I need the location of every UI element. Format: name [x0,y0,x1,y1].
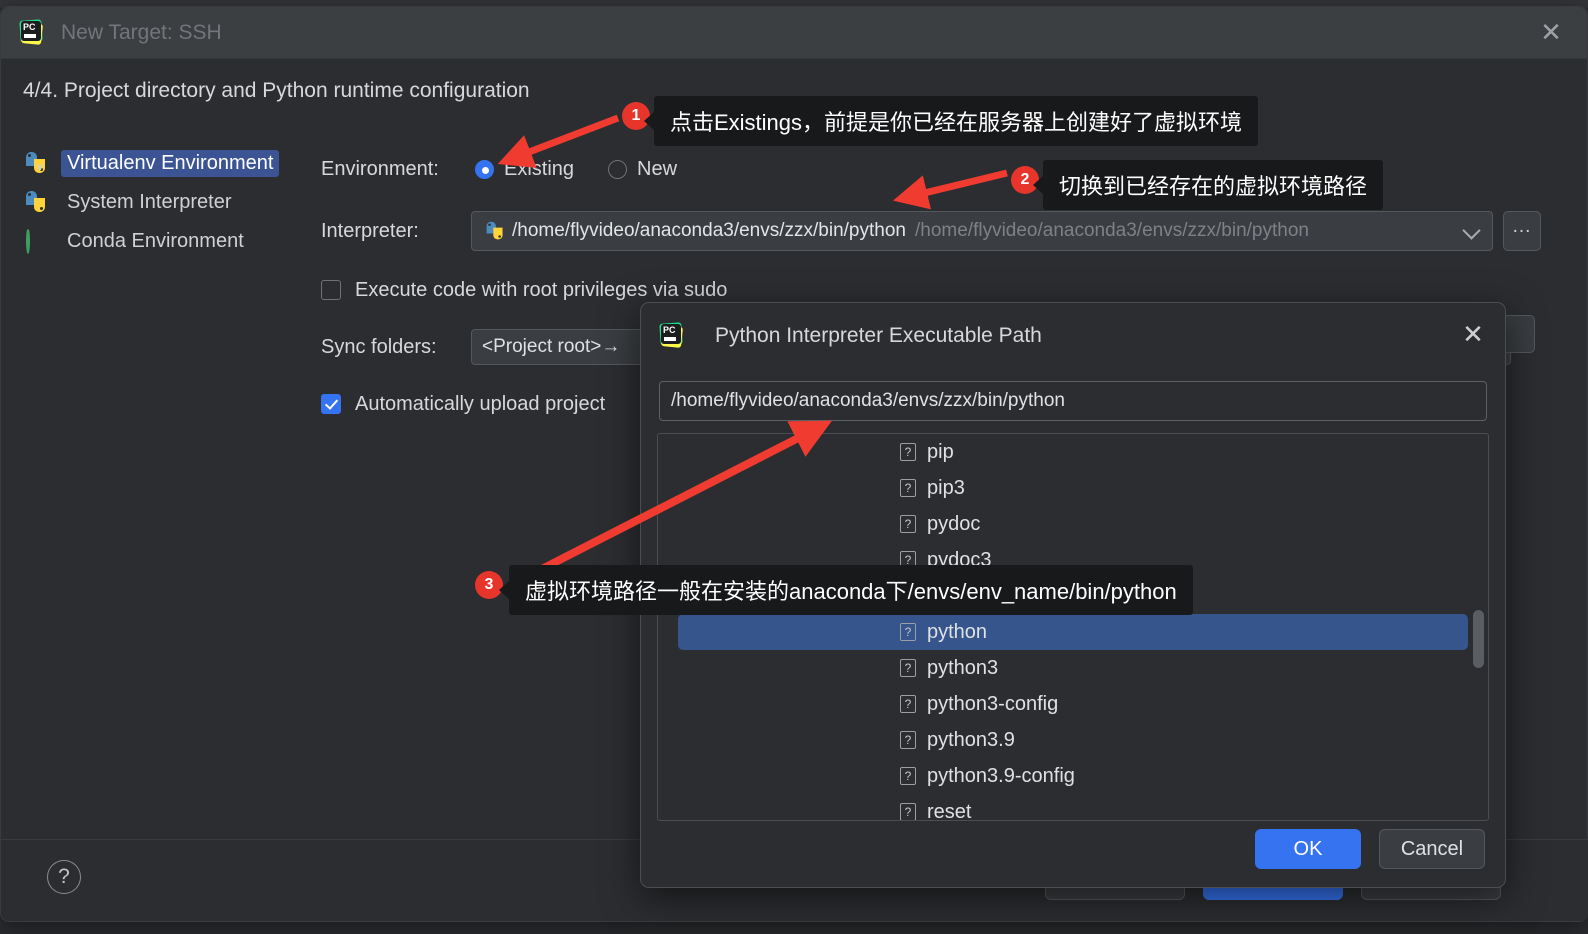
unknown-file-icon: ? [900,803,916,820]
unknown-file-icon: ? [900,695,916,713]
pycharm-icon: PC [19,18,45,46]
unknown-file-icon: ? [900,731,916,749]
list-item-label: python3-config [927,692,1059,715]
sudo-row[interactable]: Execute code with root privileges via su… [321,275,1571,305]
sidebar-item-system-interpreter[interactable]: System Interpreter [1,186,301,219]
list-item[interactable]: ? pip3 [658,470,1488,506]
conda-icon [25,227,51,254]
chevron-down-icon [1462,221,1481,240]
executable-list[interactable]: ? pip ? pip3 ? pydoc ? pydoc3 ? pydoc3.9… [657,433,1489,821]
environment-label: Environment: [321,157,439,180]
pycharm-icon: PC [659,322,685,349]
interpreter-row: Interpreter: /home/flyvideo/anaconda3/en… [321,209,1571,253]
unknown-file-icon: ? [900,443,916,461]
modal-cancel-button[interactable]: Cancel [1379,829,1485,869]
radio-dot-existing [475,159,494,179]
browse-interpreter-button[interactable]: ... [1503,211,1541,251]
list-item-label: pip [927,440,954,463]
radio-dot-new [608,159,628,179]
annotation-text-3: 虚拟环境路径一般在安装的anaconda下/envs/env_name/bin/… [499,565,1193,615]
sidebar-item-label: System Interpreter [67,191,232,213]
list-item[interactable]: ? python3.9 [658,722,1488,758]
list-item-label: python3 [927,656,999,679]
sudo-checkbox[interactable] [321,280,341,300]
dialog-title: New Target: SSH [61,20,222,44]
interpreter-value: /home/flyvideo/anaconda3/envs/zzx/bin/py… [512,220,906,241]
close-icon[interactable]: ✕ [1459,321,1487,349]
radio-new-label: New [637,157,678,180]
list-item-label: python3.9 [927,728,1015,751]
radio-new[interactable]: New [608,158,677,181]
modal-titlebar: PC Python Interpreter Executable Path ✕ [641,303,1505,369]
unknown-file-icon: ? [900,623,916,641]
radio-existing-label: Existing [504,157,575,180]
auto-upload-label: Automatically upload project [355,392,606,415]
list-item[interactable]: ? python3.9-config [658,758,1488,794]
path-input-value: /home/flyvideo/anaconda3/envs/zzx/bin/py… [671,390,1065,411]
annotation-text-2: 切换到已经存在的虚拟环境路径 [1032,160,1384,210]
modal-title: Python Interpreter Executable Path [715,324,1042,347]
interpreter-combobox[interactable]: /home/flyvideo/anaconda3/envs/zzx/bin/py… [471,211,1493,251]
path-input[interactable]: /home/flyvideo/anaconda3/envs/zzx/bin/py… [659,381,1487,421]
screen-root: PC New Target: SSH ✕ 4/4. Project direct… [0,0,1588,934]
list-item[interactable]: ? reset [658,794,1488,821]
sidebar-item-label: Virtualenv Environment [61,150,280,177]
python-venv-icon: v [25,151,51,176]
list-item-label: reset [927,800,972,821]
sidebar-item-virtualenv-environment[interactable]: v Virtualenv Environment [1,147,301,180]
list-item-label: pydoc [927,512,981,535]
modal-footer: OK Cancel [1255,829,1485,869]
unknown-file-icon: ? [900,515,916,533]
page-title: 4/4. Project directory and Python runtim… [23,79,530,102]
annotation-text-1: 点击Existings，前提是你已经在服务器上创建好了虚拟环境 [643,96,1259,146]
list-item[interactable]: ? python3 [658,650,1488,686]
environment-row: Environment: Existing New [321,147,1571,191]
sidebar-item-conda-environment[interactable]: Conda Environment [1,225,301,258]
sync-folders-browse-button[interactable] [1501,315,1535,353]
sidebar-item-label: Conda Environment [67,230,244,252]
interpreter-ghost-text: /home/flyvideo/anaconda3/envs/zzx/bin/py… [914,220,1309,241]
sync-folders-label: Sync folders: [321,335,437,358]
list-item[interactable]: ? pydoc [658,506,1488,542]
list-item-label: python3.9-config [927,764,1075,787]
sync-folders-value: <Project root>→ [482,336,621,357]
interpreter-label: Interpreter: [321,219,419,242]
environment-type-sidebar: v Virtualenv Environment System Interpre… [1,147,301,264]
list-item[interactable]: ? pip [658,434,1488,470]
list-item-selected[interactable]: ? python [678,614,1468,650]
help-icon[interactable]: ? [47,860,81,894]
list-item[interactable]: ? python3-config [658,686,1488,722]
unknown-file-icon: ? [900,479,916,497]
auto-upload-checkbox[interactable] [321,394,341,414]
python-icon [486,221,504,240]
python-icon [25,190,51,215]
unknown-file-icon: ? [900,659,916,677]
vertical-scrollbar[interactable] [1473,610,1484,668]
sudo-label: Execute code with root privileges via su… [355,278,728,301]
dialog-titlebar: PC New Target: SSH ✕ [1,7,1587,59]
list-item-label: pip3 [927,476,965,499]
list-item-label: python [927,620,988,643]
radio-existing[interactable]: Existing [475,158,574,181]
close-icon[interactable]: ✕ [1537,19,1565,47]
ok-button[interactable]: OK [1255,829,1361,869]
unknown-file-icon: ? [900,767,916,785]
